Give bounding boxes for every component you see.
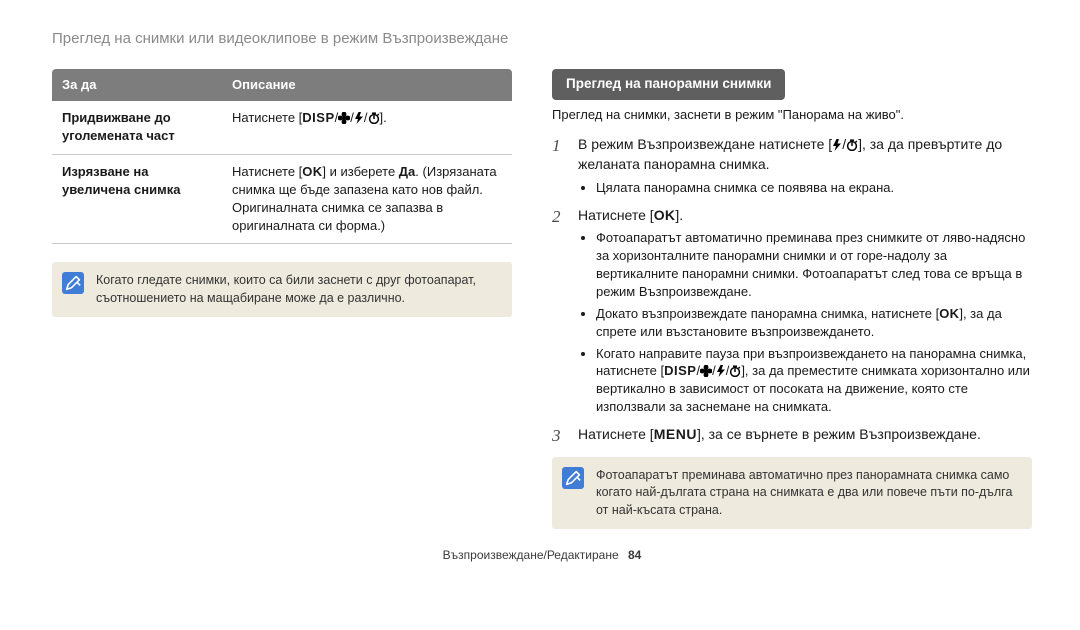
- macro-icon: [700, 365, 712, 377]
- th-desc: Описание: [222, 69, 512, 101]
- disp-glyph: DISP: [302, 110, 334, 125]
- table-row: Изрязване на увеличена снимка Натиснете …: [52, 154, 512, 244]
- ok-glyph: OK: [654, 207, 676, 223]
- footer-text: Възпроизвеждане/Редактиране: [443, 548, 619, 562]
- th-action: За да: [52, 69, 222, 101]
- row1-desc: Натиснете [DISP///].: [222, 101, 512, 154]
- timer-icon: [846, 139, 858, 151]
- step-3: 3 Натиснете [MENU], за се върнете в режи…: [552, 424, 1032, 444]
- page-section-title: Преглед на снимки или видеоклипове в реж…: [52, 28, 1032, 49]
- macro-icon: [338, 112, 350, 124]
- note-pencil-icon: [562, 467, 584, 489]
- row1-action: Придвижване до уголемената част: [52, 101, 222, 154]
- footer-page-number: 84: [628, 548, 641, 562]
- ok-glyph: OK: [302, 164, 322, 179]
- menu-glyph: MENU: [654, 426, 697, 442]
- step2-bullet2: Докато възпроизвеждате панорамна снимка,…: [596, 305, 1032, 341]
- row2-desc: Натиснете [OK] и изберете Да. (Изрязанат…: [222, 154, 512, 244]
- table-row: Придвижване до уголемената част Натиснет…: [52, 101, 512, 154]
- step2-bullet3: Когато направите пауза при възпроизвежда…: [596, 345, 1032, 417]
- step1-bullet1: Цялата панорамна снимка се появява на ек…: [596, 179, 1032, 197]
- ok-glyph: OK: [939, 306, 959, 321]
- step-2: 2 Натиснете [OK]. Фотоапаратът автоматич…: [552, 205, 1032, 417]
- row2-action: Изрязване на увеличена снимка: [52, 154, 222, 244]
- note-right: Фотоапаратът преминава автоматично през …: [552, 457, 1032, 530]
- step-1: 1 В режим Възпроизвеждане натиснете [/],…: [552, 134, 1032, 197]
- action-table: За да Описание Придвижване до уголеменат…: [52, 69, 512, 244]
- note-right-text: Фотоапаратът преминава автоматично през …: [596, 467, 1018, 520]
- flash-icon: [716, 365, 726, 377]
- note-left: Когато гледате снимки, които са били зас…: [52, 262, 512, 317]
- flash-icon: [354, 112, 364, 124]
- page-footer: Възпроизвеждане/Редактиране 84: [52, 547, 1032, 564]
- panorama-title-badge: Преглед на панорамни снимки: [552, 69, 785, 100]
- panorama-intro: Преглед на снимки, заснети в режим "Пано…: [552, 106, 1032, 124]
- note-left-text: Когато гледате снимки, които са били зас…: [96, 272, 498, 307]
- flash-icon: [832, 139, 842, 151]
- step2-bullet1: Фотоапаратът автоматично преминава през …: [596, 229, 1032, 301]
- disp-glyph: DISP: [664, 363, 696, 378]
- timer-icon: [729, 365, 741, 377]
- note-pencil-icon: [62, 272, 84, 294]
- timer-icon: [368, 112, 380, 124]
